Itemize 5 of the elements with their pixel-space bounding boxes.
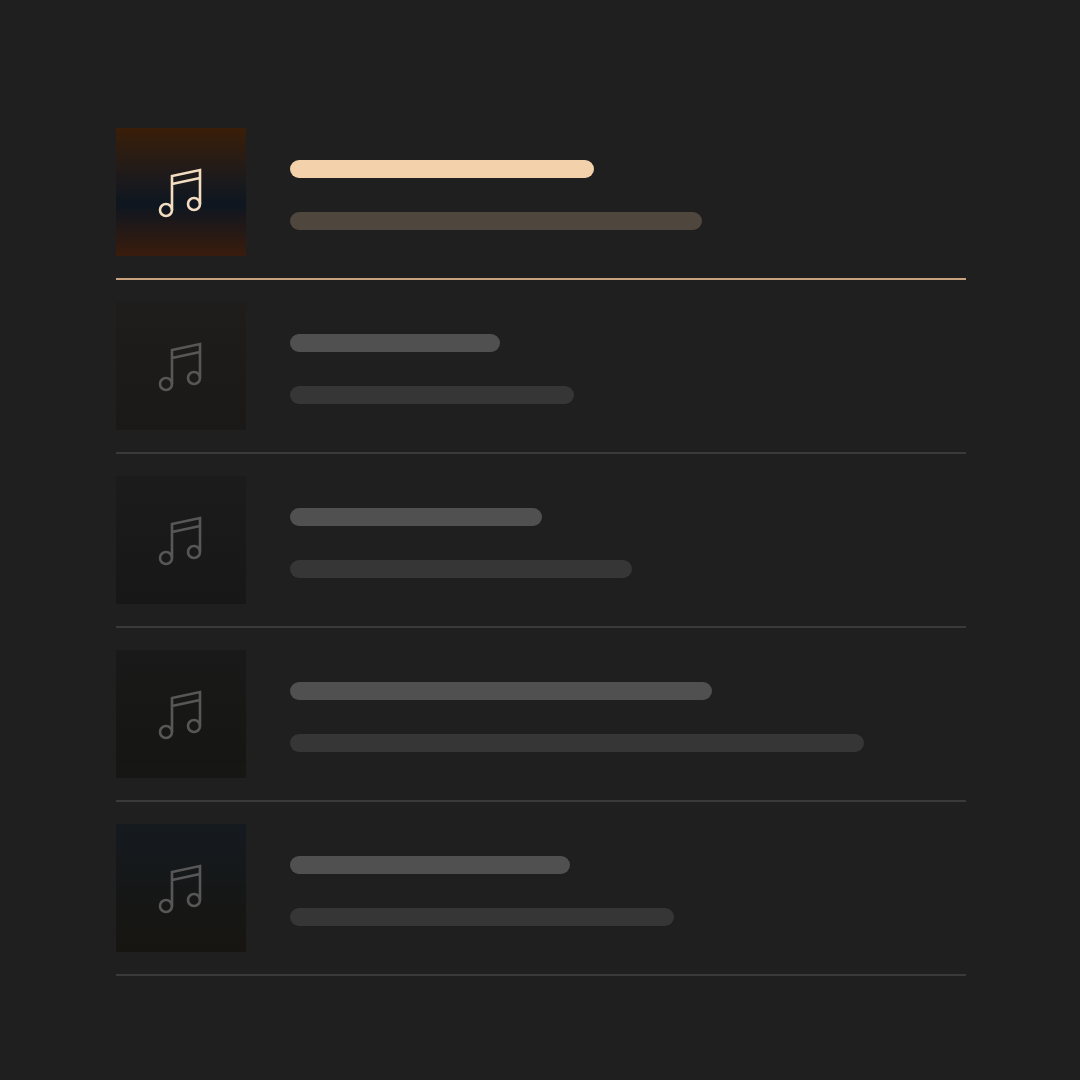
music-note-icon (157, 340, 205, 392)
music-note-icon (157, 688, 205, 740)
music-note-icon (157, 862, 205, 914)
music-note-icon (157, 166, 205, 218)
music-note-icon (157, 514, 205, 566)
